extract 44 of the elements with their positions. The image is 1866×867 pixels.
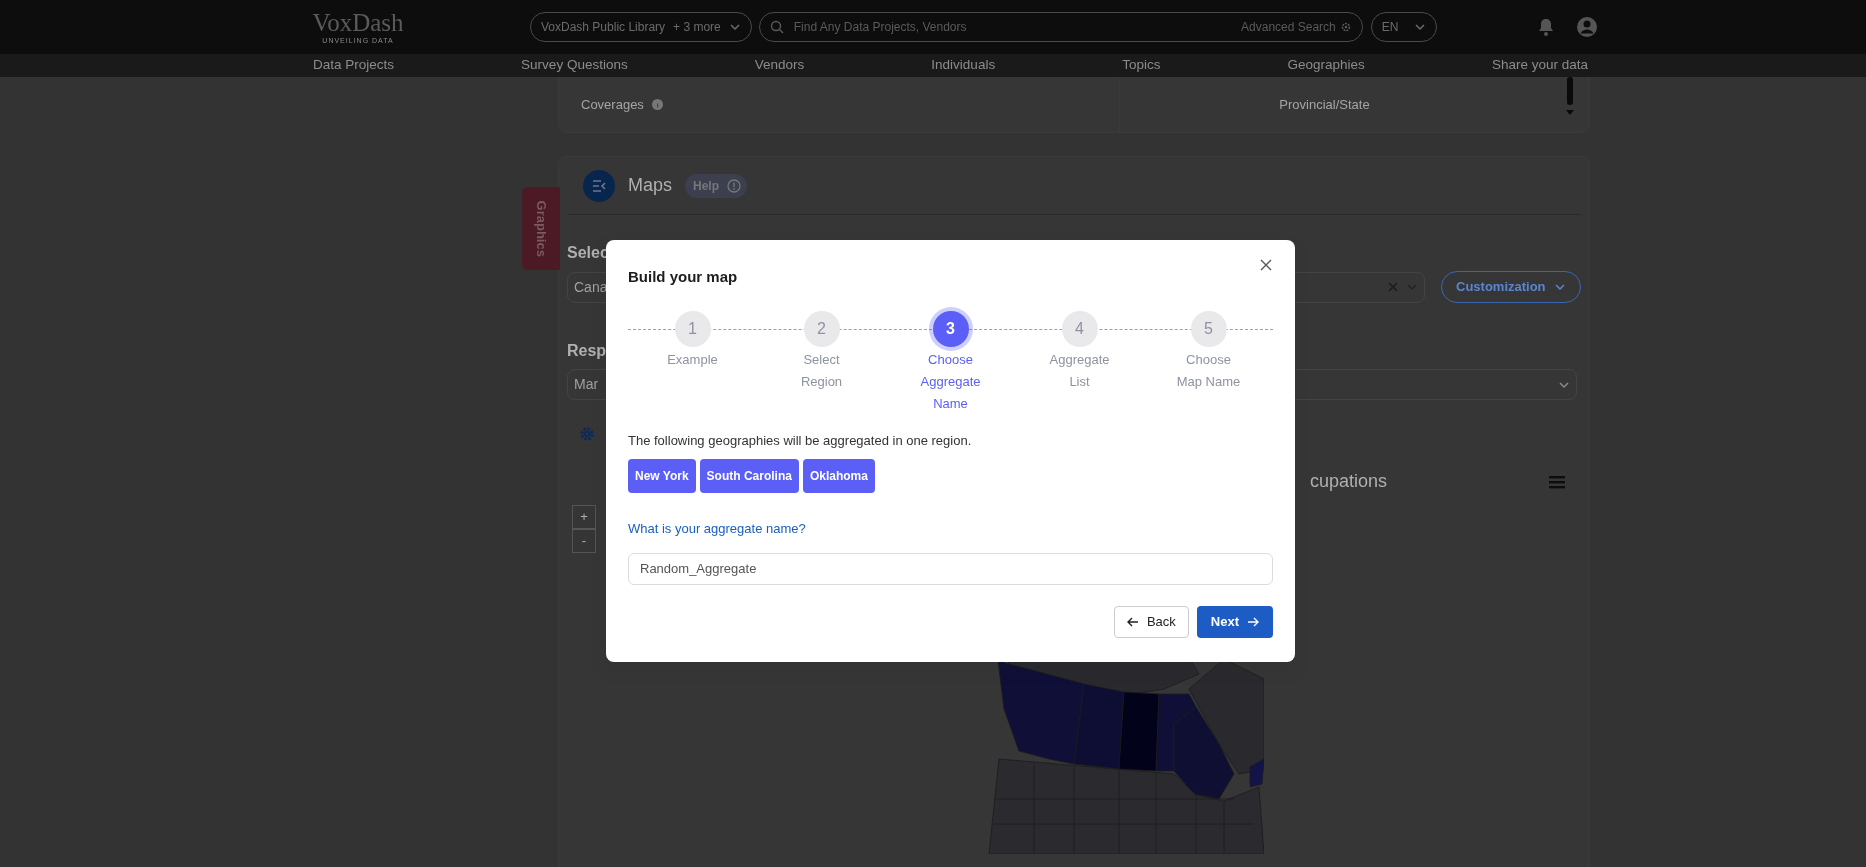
step-number[interactable]: 3 — [932, 310, 969, 347]
response-label: Resp — [567, 341, 607, 361]
nav-link[interactable]: Geographies — [1287, 55, 1365, 76]
chart-title: cupations — [1309, 470, 1387, 493]
nav-link[interactable]: Vendors — [754, 55, 805, 76]
search-icon — [769, 20, 784, 34]
coverage-label: Coverages — [581, 95, 644, 114]
next-button[interactable]: Next — [1196, 605, 1273, 638]
nav-link[interactable]: Share your data — [1491, 55, 1588, 76]
step-label: Choose Aggregate Name — [920, 350, 981, 413]
scrollbar — [1565, 77, 1575, 117]
question-label: What is your aggregate name? — [628, 520, 807, 538]
close-button[interactable] — [1259, 258, 1273, 272]
chevron-down-icon — [728, 21, 741, 33]
chevron-down-icon — [1553, 281, 1566, 293]
menu-icon[interactable] — [1549, 474, 1565, 489]
maps-title: Maps — [628, 174, 672, 197]
chevron-down-icon — [1413, 21, 1426, 33]
back-button[interactable]: Back — [1113, 605, 1189, 638]
step-label: Aggregate List — [1049, 350, 1110, 391]
geography-tag: South Carolina — [699, 459, 799, 493]
modal-title: Build your map — [628, 267, 738, 287]
step-label: Select Region — [800, 350, 843, 391]
arrow-left-icon — [1126, 615, 1139, 628]
step-label: Example — [667, 350, 718, 369]
nav-link[interactable]: Survey Questions — [521, 55, 628, 76]
info-icon — [651, 99, 663, 110]
gear-icon — [1339, 21, 1352, 33]
zoom-out-button[interactable]: - — [572, 529, 596, 553]
step-number[interactable]: 4 — [1061, 310, 1098, 347]
zoom-in-button[interactable]: + — [572, 505, 596, 529]
nav-link[interactable]: Topics — [1122, 55, 1161, 76]
user-avatar-icon[interactable] — [1575, 16, 1598, 38]
nav-link[interactable]: Data Projects — [313, 55, 395, 76]
maps-icon — [583, 169, 615, 202]
step-label: Choose Map Name — [1176, 350, 1241, 391]
arrow-right-icon — [1247, 615, 1259, 628]
clear-icon — [1388, 282, 1398, 292]
geography-tag: New York — [628, 459, 696, 493]
nav-link[interactable]: Individuals — [931, 55, 996, 76]
aggregate-name-field[interactable]: Random_Aggregate — [628, 552, 1273, 585]
advanced-search-link[interactable]: Advanced Search — [1241, 18, 1352, 36]
intro-text: The following geographies will be aggregated in one region. — [628, 431, 973, 450]
geography-tag: Oklahoma — [802, 459, 875, 493]
